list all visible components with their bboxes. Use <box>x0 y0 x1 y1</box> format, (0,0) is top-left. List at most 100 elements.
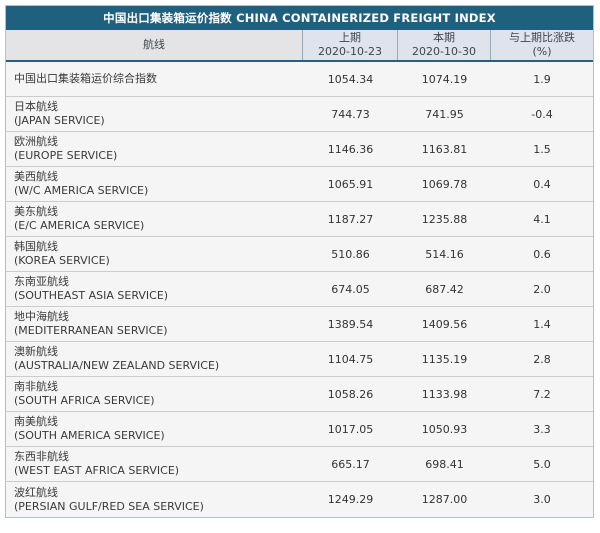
current-period-value: 1074.19 <box>421 72 468 86</box>
route-cell: 韩国航线 (KOREA SERVICE) <box>6 237 303 271</box>
change-percent-value: 0.4 <box>533 177 551 191</box>
change-percent-value: 3.0 <box>533 493 551 506</box>
previous-period-value: 1017.05 <box>327 422 374 436</box>
route-cell: 东南亚航线 (SOUTHEAST ASIA SERVICE) <box>6 272 303 306</box>
table-body: 中国出口集装箱运价综合指数 1054.34 1074.19 1.9 日本航线 (… <box>6 62 593 517</box>
previous-period-value: 744.73 <box>331 107 370 121</box>
change-percent-value: 4.1 <box>533 212 551 226</box>
column-header-route: 航线 <box>6 30 303 60</box>
route-cell: 南非航线 (SOUTH AFRICA SERVICE) <box>6 377 303 411</box>
route-name-cn: 美西航线 <box>14 170 58 184</box>
column-header-change: 与上期比涨跌 (%) <box>491 30 593 60</box>
route-name-cn: 东南亚航线 <box>14 275 69 289</box>
route-name-en: (WEST EAST AFRICA SERVICE) <box>14 464 180 477</box>
change-percent-value: 2.8 <box>533 352 551 366</box>
current-period-value: 1235.88 <box>421 212 468 226</box>
change-percent-value: 2.0 <box>533 282 551 296</box>
table-row: 南非航线 (SOUTH AFRICA SERVICE) 1058.26 1133… <box>6 377 593 412</box>
change-unit-label: (%) <box>532 45 552 58</box>
table-header-row: 航线 上期 2020-10-23 本期 2020-10-30 与上期比涨跌 (%… <box>6 30 593 62</box>
change-percent-value: 1.9 <box>533 72 551 86</box>
route-name-en: (EUROPE SERVICE) <box>14 149 118 162</box>
previous-period-value: 1187.27 <box>327 212 374 226</box>
route-cell: 澳新航线 (AUSTRALIA/NEW ZEALAND SERVICE) <box>6 342 303 376</box>
table-title: 中国出口集装箱运价指数 CHINA CONTAINERIZED FREIGHT … <box>6 6 593 30</box>
change-percent-value: 5.0 <box>533 457 551 471</box>
change-percent-value: -0.4 <box>531 107 553 121</box>
route-name-cn: 东西非航线 <box>14 450 69 464</box>
route-name-cn: 日本航线 <box>14 100 58 114</box>
change-percent-value: 3.3 <box>533 422 551 436</box>
route-name-cn: 欧洲航线 <box>14 135 58 149</box>
route-cell: 欧洲航线 (EUROPE SERVICE) <box>6 132 303 166</box>
route-name-en: (MEDITERRANEAN SERVICE) <box>14 324 168 337</box>
route-name-en: (E/C AMERICA SERVICE) <box>14 219 145 232</box>
current-period-value: 1287.00 <box>421 493 468 506</box>
table-row: 韩国航线 (KOREA SERVICE) 510.86 514.16 0.6 <box>6 237 593 272</box>
table-row: 中国出口集装箱运价综合指数 1054.34 1074.19 1.9 <box>6 62 593 97</box>
freight-index-page: 中国出口集装箱运价指数 CHINA CONTAINERIZED FREIGHT … <box>0 0 600 533</box>
route-name-cn: 波红航线 <box>14 485 58 499</box>
table-row: 日本航线 (JAPAN SERVICE) 744.73 741.95 -0.4 <box>6 97 593 132</box>
change-percent-value: 1.5 <box>533 142 551 156</box>
column-header-previous-period: 上期 2020-10-23 <box>303 30 398 60</box>
current-period-date: 2020-10-30 <box>412 45 476 58</box>
route-name-en: (KOREA SERVICE) <box>14 254 110 267</box>
previous-period-value: 1104.75 <box>327 352 374 366</box>
route-name-cn: 韩国航线 <box>14 240 58 254</box>
table-row: 美东航线 (E/C AMERICA SERVICE) 1187.27 1235.… <box>6 202 593 237</box>
previous-period-label: 上期 <box>339 31 361 45</box>
previous-period-value: 1389.54 <box>327 317 374 331</box>
route-cell: 美西航线 (W/C AMERICA SERVICE) <box>6 167 303 201</box>
table-row: 波红航线 (PERSIAN GULF/RED SEA SERVICE) 1249… <box>6 482 593 517</box>
table-row: 地中海航线 (MEDITERRANEAN SERVICE) 1389.54 14… <box>6 307 593 342</box>
current-period-value: 698.41 <box>425 457 464 471</box>
table-row: 欧洲航线 (EUROPE SERVICE) 1146.36 1163.81 1.… <box>6 132 593 167</box>
route-name-cn: 南非航线 <box>14 380 58 394</box>
previous-period-value: 674.05 <box>331 282 370 296</box>
route-cell: 日本航线 (JAPAN SERVICE) <box>6 97 303 131</box>
route-name-en: (SOUTHEAST ASIA SERVICE) <box>14 289 169 302</box>
table-row: 东南亚航线 (SOUTHEAST ASIA SERVICE) 674.05 68… <box>6 272 593 307</box>
current-period-label: 本期 <box>433 31 455 45</box>
change-label: 与上期比涨跌 <box>509 31 575 45</box>
route-name-cn: 南美航线 <box>14 415 58 429</box>
route-name-en: (PERSIAN GULF/RED SEA SERVICE) <box>14 499 204 513</box>
route-cell: 东西非航线 (WEST EAST AFRICA SERVICE) <box>6 447 303 481</box>
route-cell: 美东航线 (E/C AMERICA SERVICE) <box>6 202 303 236</box>
route-name-en: (SOUTH AFRICA SERVICE) <box>14 394 155 407</box>
table-row: 美西航线 (W/C AMERICA SERVICE) 1065.91 1069.… <box>6 167 593 202</box>
previous-period-value: 510.86 <box>331 247 370 261</box>
current-period-value: 514.16 <box>425 247 464 261</box>
column-header-current-period: 本期 2020-10-30 <box>398 30 491 60</box>
route-header-label: 航线 <box>143 38 165 52</box>
current-period-value: 1135.19 <box>421 352 468 366</box>
current-period-value: 1163.81 <box>421 142 468 156</box>
previous-period-date: 2020-10-23 <box>318 45 382 58</box>
freight-index-table: 中国出口集装箱运价指数 CHINA CONTAINERIZED FREIGHT … <box>5 5 594 518</box>
previous-period-value: 1058.26 <box>327 387 374 401</box>
change-percent-value: 7.2 <box>533 387 551 401</box>
change-percent-value: 0.6 <box>533 247 551 261</box>
route-cell: 中国出口集装箱运价综合指数 <box>6 62 303 96</box>
route-name-cn: 地中海航线 <box>14 310 69 324</box>
table-row: 东西非航线 (WEST EAST AFRICA SERVICE) 665.17 … <box>6 447 593 482</box>
previous-period-value: 665.17 <box>331 457 370 471</box>
previous-period-value: 1065.91 <box>327 177 374 191</box>
previous-period-value: 1054.34 <box>327 72 374 86</box>
route-name-cn: 澳新航线 <box>14 345 58 359</box>
table-row: 南美航线 (SOUTH AMERICA SERVICE) 1017.05 105… <box>6 412 593 447</box>
route-cell: 波红航线 (PERSIAN GULF/RED SEA SERVICE) <box>6 482 303 517</box>
current-period-value: 687.42 <box>425 282 464 296</box>
previous-period-value: 1146.36 <box>327 142 374 156</box>
current-period-value: 741.95 <box>425 107 464 121</box>
current-period-value: 1409.56 <box>421 317 468 331</box>
route-cell: 南美航线 (SOUTH AMERICA SERVICE) <box>6 412 303 446</box>
current-period-value: 1050.93 <box>421 422 468 436</box>
table-row: 澳新航线 (AUSTRALIA/NEW ZEALAND SERVICE) 110… <box>6 342 593 377</box>
previous-period-value: 1249.29 <box>327 493 374 506</box>
route-name-en: (AUSTRALIA/NEW ZEALAND SERVICE) <box>14 359 220 372</box>
current-period-value: 1069.78 <box>421 177 468 191</box>
change-percent-value: 1.4 <box>533 317 551 331</box>
current-period-value: 1133.98 <box>421 387 468 401</box>
